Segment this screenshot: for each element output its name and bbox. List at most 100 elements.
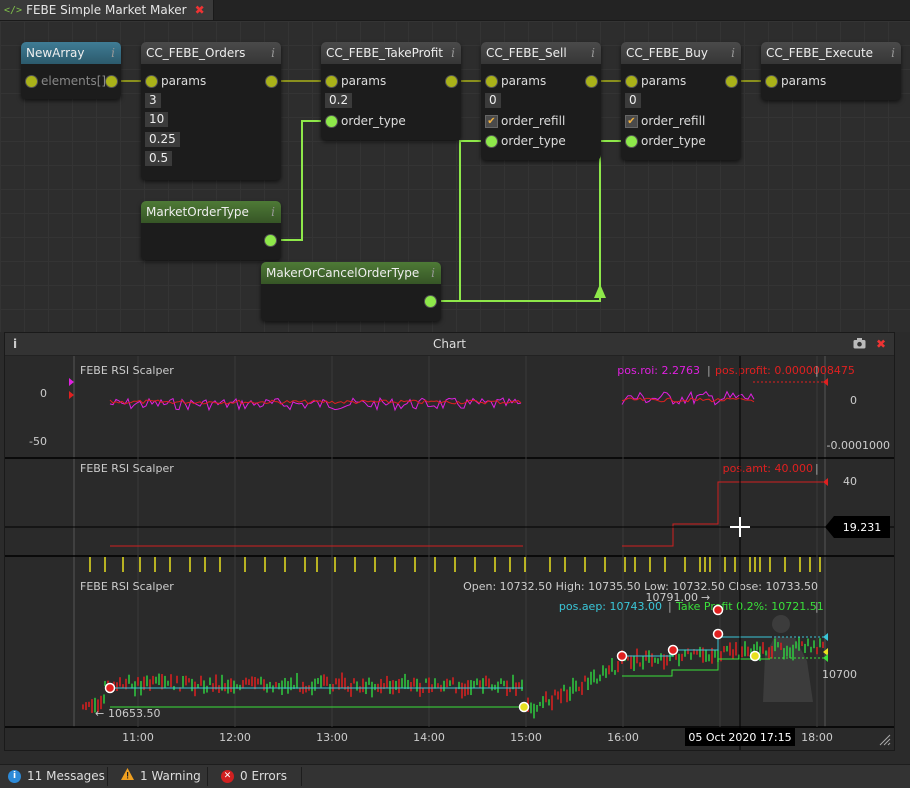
input-port[interactable]	[486, 136, 497, 147]
status-bar: i 11 Messages 1 Warning ✕ 0 Errors	[0, 764, 910, 788]
port-label: params	[341, 74, 387, 88]
node-title: MakerOrCancelOrderType	[266, 266, 420, 280]
input-port[interactable]	[626, 76, 637, 87]
high-annotation: 10791.00	[646, 591, 699, 604]
price-right-tick: 10700	[822, 668, 857, 681]
legend-sep: |	[815, 600, 819, 613]
wire-arrow-icon	[594, 284, 606, 298]
error-icon: ✕	[221, 770, 234, 783]
messages-count: 11 Messages	[27, 769, 105, 783]
node-cc-febe-buy[interactable]: CC_FEBE_Buy i params 0 ✔ order_refill ord…	[621, 42, 741, 160]
info-icon[interactable]: i	[451, 42, 455, 64]
port-label: params	[161, 74, 207, 88]
roi-left-tick: 0	[40, 387, 47, 400]
port-label: params	[501, 74, 547, 88]
port-label: order_refill	[641, 114, 706, 128]
info-icon: i	[8, 770, 21, 783]
profit-legend: pos.profit: 0.0000008475	[715, 364, 855, 377]
info-icon[interactable]: i	[591, 42, 595, 64]
port-label: params	[781, 74, 827, 88]
panel-title-roi: FEBE RSI Scalper	[80, 364, 174, 377]
roi-right-tick: 0	[850, 394, 857, 407]
input-port[interactable]	[626, 136, 637, 147]
info-icon[interactable]: i	[111, 42, 115, 64]
param-value[interactable]: 0.2	[325, 93, 353, 108]
output-port[interactable]	[425, 296, 436, 307]
info-icon[interactable]: i	[891, 42, 895, 64]
x-axis-tick-label: 15:00	[510, 731, 542, 744]
param-value[interactable]: 0.5	[145, 151, 173, 166]
x-axis-tick-label: 16:00	[607, 731, 639, 744]
param-value[interactable]: 0	[485, 93, 501, 108]
ohlc-readout: Open: 10732.50 High: 10735.50 Low: 10732…	[463, 580, 818, 593]
input-port[interactable]	[326, 116, 337, 127]
output-port[interactable]	[265, 235, 276, 246]
input-port[interactable]	[26, 76, 37, 87]
document-tab-bar: </> FEBE Simple Market Maker ✖	[0, 0, 910, 21]
info-icon[interactable]: i	[271, 201, 275, 223]
info-icon[interactable]: i	[271, 42, 275, 64]
param-value[interactable]: 10	[145, 112, 169, 127]
input-port[interactable]	[486, 76, 497, 87]
sell-trade-marker	[616, 650, 628, 662]
port-label: order_type	[341, 114, 406, 128]
param-value[interactable]: 0	[625, 93, 641, 108]
close-icon[interactable]: ✖	[876, 333, 886, 355]
node-title: MarketOrderType	[146, 205, 249, 219]
input-port[interactable]	[146, 76, 157, 87]
node-newarray[interactable]: NewArray i elements[]	[21, 42, 121, 99]
output-port[interactable]	[586, 76, 597, 87]
sell-trade-marker	[712, 628, 724, 640]
node-graph-canvas[interactable]: NewArray i elements[] CC_FEBE_Orders i par…	[0, 21, 910, 332]
legend-sep: |	[707, 364, 711, 377]
param-value[interactable]: 3	[145, 93, 161, 108]
low-arrow-icon: ←	[95, 707, 104, 720]
tab-febe-simple-market-maker[interactable]: </> FEBE Simple Market Maker ✖	[0, 0, 214, 20]
sell-trade-marker	[104, 682, 116, 694]
errors-status[interactable]: ✕ 0 Errors	[221, 765, 287, 788]
input-port[interactable]	[326, 76, 337, 87]
input-port[interactable]	[766, 76, 777, 87]
order-refill-checkbox[interactable]: ✔	[625, 115, 638, 128]
roi-legend: pos.roi: 2.2763	[617, 364, 700, 377]
sell-trade-marker	[712, 604, 724, 616]
node-title: CC_FEBE_Orders	[146, 46, 246, 60]
order-refill-checkbox[interactable]: ✔	[485, 115, 498, 128]
port-label: order_type	[641, 134, 706, 148]
x-axis-tick-label: 18:00	[801, 731, 833, 744]
chart-window-title: Chart	[433, 337, 466, 351]
warning-icon	[121, 765, 134, 788]
output-port[interactable]	[266, 76, 277, 87]
info-icon[interactable]: i	[13, 333, 17, 355]
node-cc-febe-execute[interactable]: CC_FEBE_Execute i params	[761, 42, 901, 100]
chart-canvas[interactable]: FEBE RSI Scalper 0 -50 0 -0.0001000 pos.…	[5, 356, 894, 750]
output-port[interactable]	[106, 76, 117, 87]
param-value[interactable]: 0.25	[145, 132, 180, 147]
info-icon[interactable]: i	[731, 42, 735, 64]
close-tab-icon[interactable]: ✖	[195, 3, 205, 17]
legend-sep: |	[815, 462, 819, 475]
node-title: CC_FEBE_TakeProfit	[326, 46, 443, 60]
output-port[interactable]	[726, 76, 737, 87]
camera-icon[interactable]	[853, 333, 866, 356]
node-title: NewArray	[26, 46, 85, 60]
node-market-order-type[interactable]: MarketOrderType i	[141, 201, 281, 260]
crosshair-value: 19.231	[843, 521, 882, 534]
legend-sep: |	[815, 364, 819, 377]
node-cc-febe-orders[interactable]: CC_FEBE_Orders i params 3 10 0.25 0.5	[141, 42, 281, 180]
node-cc-febe-takeprofit[interactable]: CC_FEBE_TakeProfit i params 0.2 order_typ…	[321, 42, 461, 140]
amount-right-tick: 40	[843, 475, 857, 488]
buy-trade-marker	[749, 650, 761, 662]
x-axis-tick-label: 14:00	[413, 731, 445, 744]
port-label: elements[]	[41, 74, 107, 88]
node-cc-febe-sell[interactable]: CC_FEBE_Sell i params 0 ✔ order_refill or…	[481, 42, 601, 160]
warnings-status[interactable]: 1 Warning	[121, 765, 201, 788]
output-port[interactable]	[446, 76, 457, 87]
x-axis-tick-label: 11:00	[122, 731, 154, 744]
port-label: params	[641, 74, 687, 88]
messages-status[interactable]: i 11 Messages	[8, 765, 105, 788]
node-maker-or-cancel-order-type[interactable]: MakerOrCancelOrderType i	[261, 262, 441, 321]
code-icon: </>	[4, 4, 23, 16]
amount-legend: pos.amt: 40.000	[723, 462, 813, 475]
info-icon[interactable]: i	[431, 262, 435, 284]
